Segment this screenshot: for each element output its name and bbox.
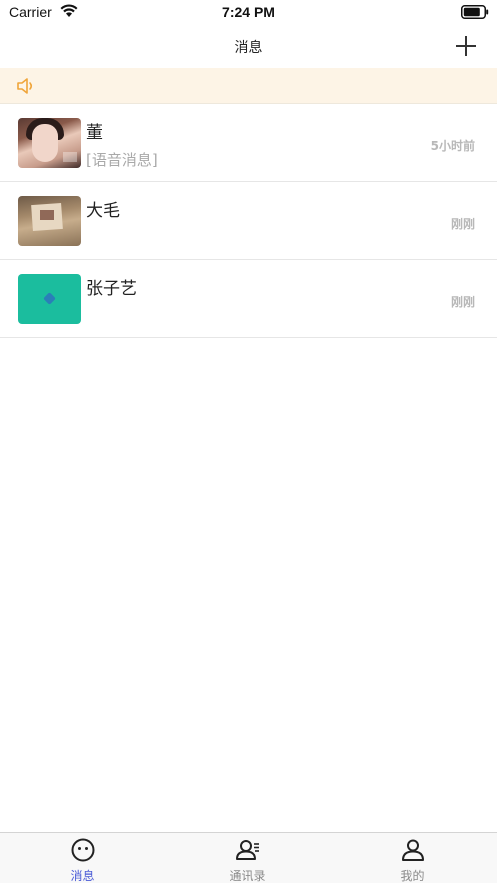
contact-name: 张子艺 bbox=[86, 279, 137, 299]
tab-messages[interactable]: 消息 bbox=[0, 833, 165, 883]
chat-face-icon bbox=[71, 838, 95, 862]
plus-icon[interactable] bbox=[454, 34, 478, 58]
tab-label: 我的 bbox=[400, 869, 425, 883]
conversation-item[interactable]: 张子艺 刚刚 bbox=[0, 260, 497, 338]
tab-label: 消息 bbox=[70, 869, 95, 883]
avatar bbox=[18, 274, 81, 324]
contacts-icon bbox=[236, 840, 259, 860]
conversation-list: 董 [语音消息] 5小时前 大毛 刚刚 张子艺 刚刚 bbox=[0, 104, 497, 338]
status-time: 7:24 PM bbox=[222, 4, 275, 20]
avatar bbox=[18, 118, 81, 168]
speaker-icon bbox=[17, 78, 33, 94]
conversation-item[interactable]: 大毛 刚刚 bbox=[0, 182, 497, 260]
status-bar: Carrier 7:24 PM bbox=[0, 0, 497, 26]
person-icon bbox=[402, 839, 424, 861]
message-time: 刚刚 bbox=[450, 217, 475, 231]
contact-name: 大毛 bbox=[86, 201, 120, 221]
battery-icon bbox=[461, 5, 489, 19]
avatar bbox=[18, 196, 81, 246]
notice-bar[interactable] bbox=[0, 68, 497, 104]
conversation-item[interactable]: 董 [语音消息] 5小时前 bbox=[0, 104, 497, 182]
message-preview: [语音消息] bbox=[86, 151, 158, 169]
page-title: 消息 bbox=[234, 40, 263, 56]
message-time: 刚刚 bbox=[450, 295, 475, 309]
tab-label: 通讯录 bbox=[229, 869, 266, 883]
contact-name: 董 bbox=[86, 123, 103, 143]
tab-profile[interactable]: 我的 bbox=[330, 833, 495, 883]
message-time: 5小时前 bbox=[430, 139, 475, 153]
navigation-bar: 消息 bbox=[0, 26, 497, 68]
tab-bar: 消息 通讯录 我的 bbox=[0, 832, 497, 883]
tab-contacts[interactable]: 通讯录 bbox=[165, 833, 330, 883]
